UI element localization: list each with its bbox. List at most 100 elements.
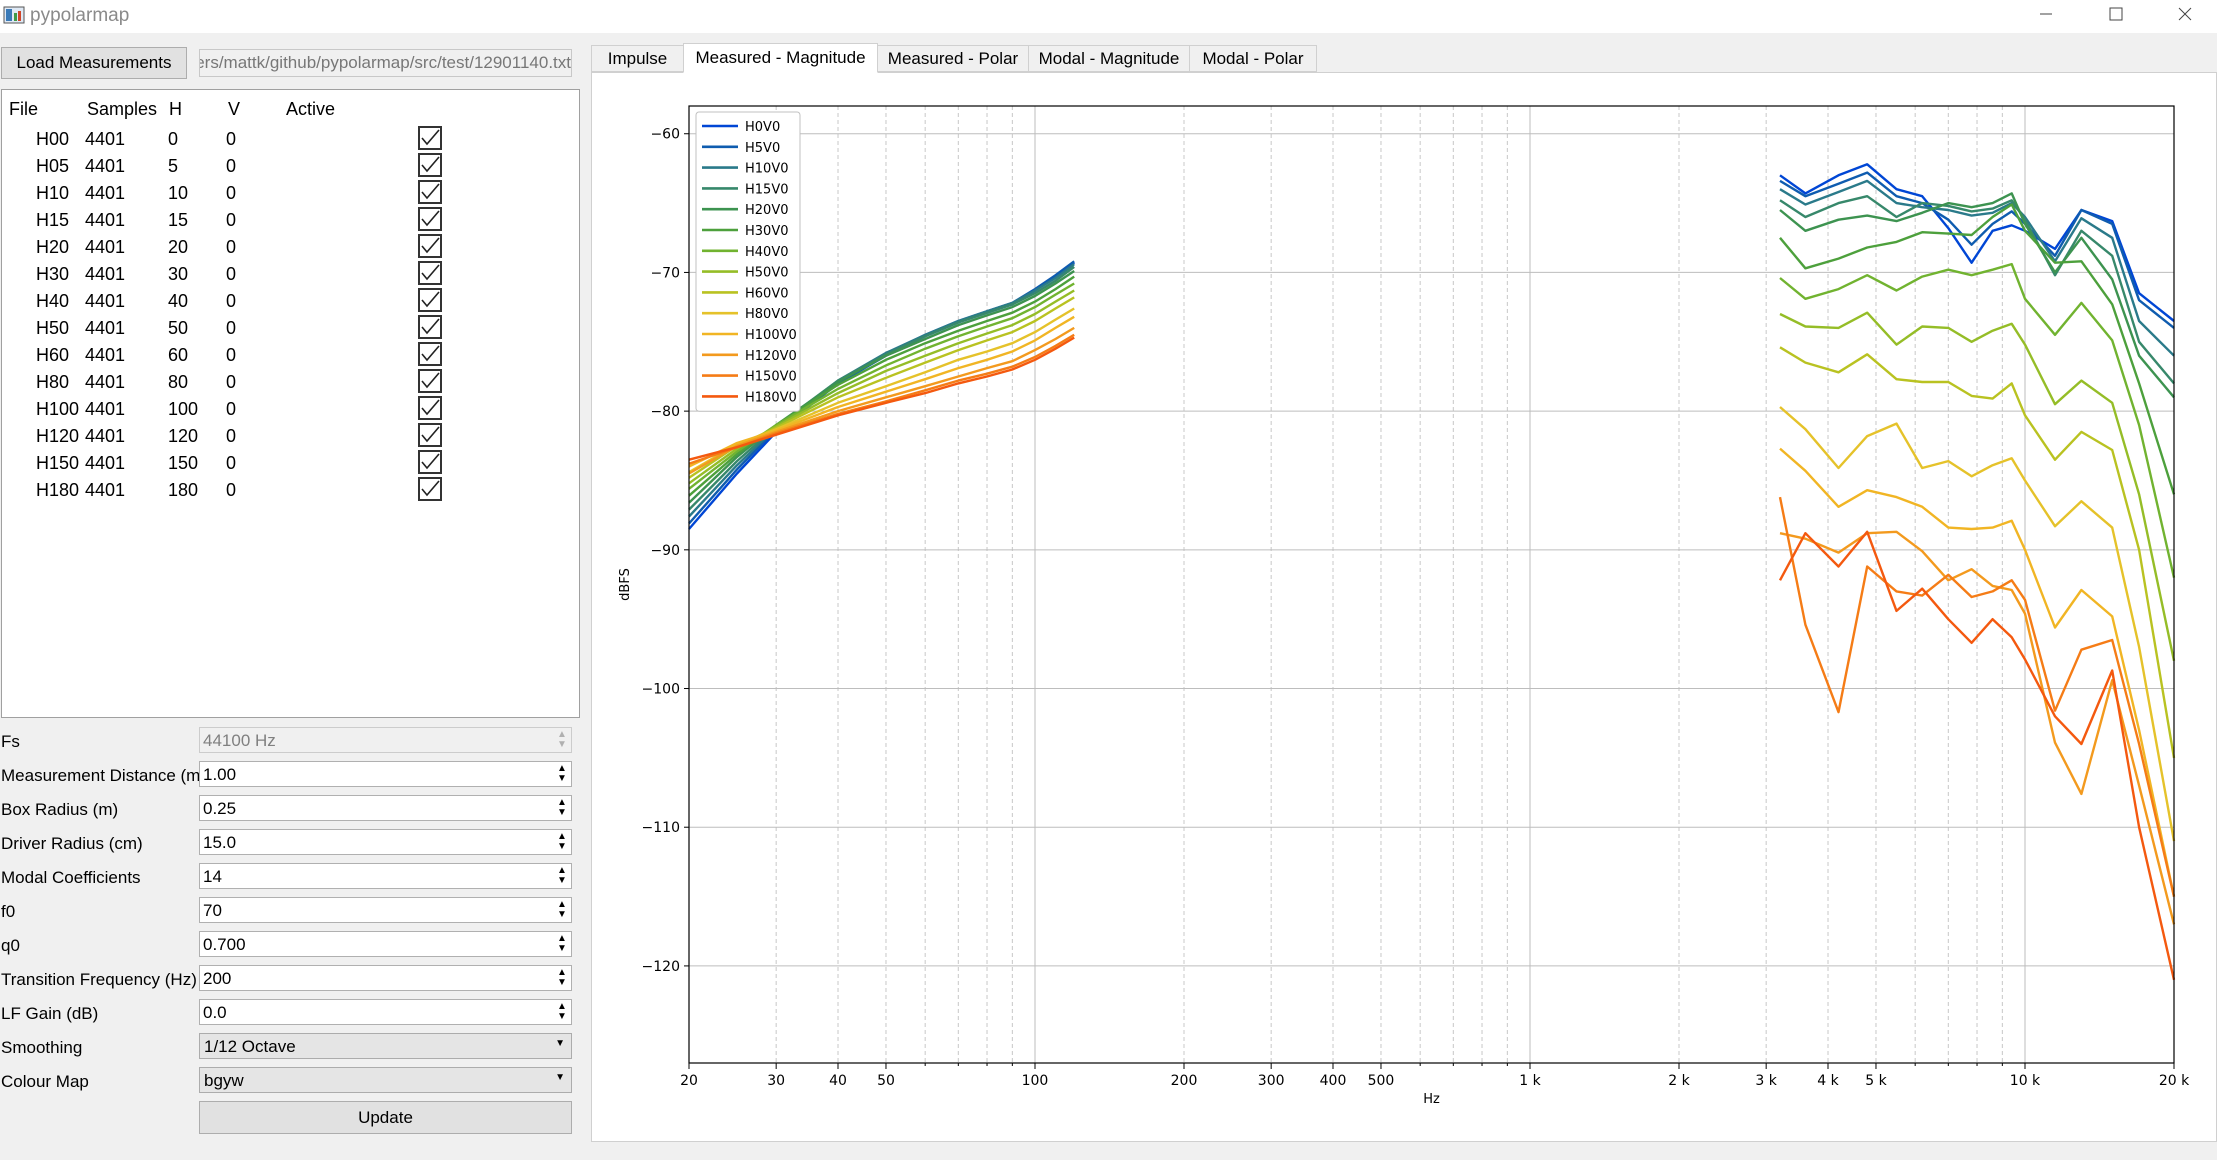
window-titlebar: pypolarmap [0, 0, 2217, 33]
cell-samples: 4401 [85, 129, 126, 149]
cell-samples: 4401 [85, 291, 126, 311]
update-button[interactable]: Update [199, 1101, 572, 1134]
maximize-button[interactable] [2086, 0, 2146, 28]
transition-frequency-label: Transition Frequency (Hz) [1, 970, 197, 989]
table-row[interactable]: H50 4401 50 0 [2, 315, 572, 342]
checkmark-icon [421, 426, 440, 443]
column-header-samples[interactable]: Samples [87, 99, 157, 120]
table-row[interactable]: H05 4401 5 0 [2, 153, 572, 180]
load-measurements-button[interactable]: Load Measurements [1, 47, 187, 79]
active-checkbox[interactable] [418, 180, 442, 204]
spin-arrows-icon[interactable]: ▲ ▼ [555, 832, 569, 852]
cell-file: H80 [36, 372, 70, 392]
active-checkbox[interactable] [418, 450, 442, 474]
f0-spinbox[interactable]: 70 ▲ ▼ [199, 897, 572, 923]
measurement-path-value: C:/Users/mattk/github/pypolarmap/src/tes… [200, 53, 571, 72]
tab-impulse[interactable]: Impulse [591, 45, 684, 72]
table-row[interactable]: H10 4401 10 0 [2, 180, 572, 207]
box-radius-label: Box Radius (m) [1, 800, 119, 819]
cell-h: 150 [168, 453, 199, 473]
chevron-down-icon[interactable]: ▼ [555, 1072, 565, 1083]
cell-samples: 4401 [85, 264, 126, 284]
y-tick-label: −120 [642, 959, 680, 975]
cell-v: 0 [226, 399, 237, 419]
active-checkbox[interactable] [418, 234, 442, 258]
active-checkbox[interactable] [418, 369, 442, 393]
driver-radius-label: Driver Radius (cm) [1, 834, 143, 853]
x-axis-label: Hz [1423, 1092, 1440, 1107]
chevron-down-icon[interactable]: ▼ [555, 1038, 565, 1049]
close-icon [2178, 7, 2192, 21]
y-tick-label: −110 [642, 820, 680, 836]
active-checkbox[interactable] [418, 477, 442, 501]
column-header-active[interactable]: Active [286, 99, 335, 120]
spin-arrows-icon[interactable]: ▲ ▼ [555, 798, 569, 818]
table-row[interactable]: H30 4401 30 0 [2, 261, 572, 288]
measurement-distance-spinbox[interactable]: 1.00 ▲ ▼ [199, 761, 572, 787]
close-button[interactable] [2155, 0, 2215, 28]
cell-v: 0 [226, 237, 237, 257]
active-checkbox[interactable] [418, 315, 442, 339]
active-checkbox[interactable] [418, 423, 442, 447]
minimize-button[interactable] [2016, 0, 2076, 28]
spin-arrows-icon[interactable]: ▲ ▼ [555, 934, 569, 954]
spin-arrows-icon[interactable]: ▲ ▼ [555, 1002, 569, 1022]
cell-v: 0 [226, 345, 237, 365]
legend-label: H5V0 [745, 141, 780, 156]
active-checkbox[interactable] [418, 153, 442, 177]
column-header-v[interactable]: V [228, 99, 240, 120]
tab-modal-polar[interactable]: Modal - Polar [1189, 45, 1317, 72]
active-checkbox[interactable] [418, 207, 442, 231]
table-row[interactable]: H150 4401 150 0 [2, 450, 572, 477]
column-header-file[interactable]: File [9, 99, 38, 120]
transition-frequency-spinbox-value: 200 [203, 969, 232, 988]
table-row[interactable]: H180 4401 180 0 [2, 477, 572, 504]
cell-file: H15 [36, 210, 70, 230]
table-row[interactable]: H20 4401 20 0 [2, 234, 572, 261]
cell-samples: 4401 [85, 183, 126, 203]
q0-spinbox[interactable]: 0.700 ▲ ▼ [199, 931, 572, 957]
cell-h: 120 [168, 426, 199, 446]
active-checkbox[interactable] [418, 396, 442, 420]
column-header-h[interactable]: H [169, 99, 182, 120]
table-row[interactable]: H15 4401 15 0 [2, 207, 572, 234]
lf-gain-spinbox[interactable]: 0.0 ▲ ▼ [199, 999, 572, 1025]
cell-h: 180 [168, 480, 199, 500]
x-tick-label: 300 [1258, 1073, 1285, 1089]
driver-radius-spinbox[interactable]: 15.0 ▲ ▼ [199, 829, 572, 855]
active-checkbox[interactable] [418, 342, 442, 366]
measurement-distance-spinbox-value: 1.00 [203, 765, 237, 784]
transition-frequency-spinbox[interactable]: 200 ▲ ▼ [199, 965, 572, 991]
fs-spinbox: 44100 Hz ▲ ▼ [199, 727, 572, 753]
active-checkbox[interactable] [418, 288, 442, 312]
fs-spinbox-value: 44100 Hz [203, 731, 276, 750]
table-row[interactable]: H120 4401 120 0 [2, 423, 572, 450]
spin-arrows-icon[interactable]: ▲ ▼ [555, 968, 569, 988]
smoothing-select[interactable]: 1/12 Octave ▼ [199, 1033, 572, 1059]
active-checkbox[interactable] [418, 261, 442, 285]
table-row[interactable]: H60 4401 60 0 [2, 342, 572, 369]
tab-measured-magnitude[interactable]: Measured - Magnitude [683, 43, 878, 73]
active-checkbox[interactable] [418, 126, 442, 150]
spin-arrows-icon[interactable]: ▲ ▼ [555, 866, 569, 886]
colour-map-select[interactable]: bgyw ▼ [199, 1067, 572, 1093]
tab-measured-polar[interactable]: Measured - Polar [877, 45, 1029, 72]
table-row[interactable]: H00 4401 0 0 [2, 126, 572, 153]
cell-v: 0 [226, 183, 237, 203]
table-row[interactable]: H100 4401 100 0 [2, 396, 572, 423]
table-row[interactable]: H80 4401 80 0 [2, 369, 572, 396]
checkmark-icon [421, 291, 440, 308]
legend-label: H60V0 [745, 286, 788, 301]
modal-coefficients-spinbox[interactable]: 14 ▲ ▼ [199, 863, 572, 889]
spin-arrows-icon[interactable]: ▲ ▼ [555, 730, 569, 750]
box-radius-spinbox[interactable]: 0.25 ▲ ▼ [199, 795, 572, 821]
spin-arrows-icon[interactable]: ▲ ▼ [555, 764, 569, 784]
spin-arrows-icon[interactable]: ▲ ▼ [555, 900, 569, 920]
cell-file: H60 [36, 345, 70, 365]
cell-h: 60 [168, 345, 189, 365]
table-row[interactable]: H40 4401 40 0 [2, 288, 572, 315]
checkmark-icon [421, 399, 440, 416]
measurement-path-field[interactable]: C:/Users/mattk/github/pypolarmap/src/tes… [199, 49, 572, 77]
tab-modal-magnitude[interactable]: Modal - Magnitude [1028, 45, 1190, 72]
checkmark-icon [421, 480, 440, 497]
